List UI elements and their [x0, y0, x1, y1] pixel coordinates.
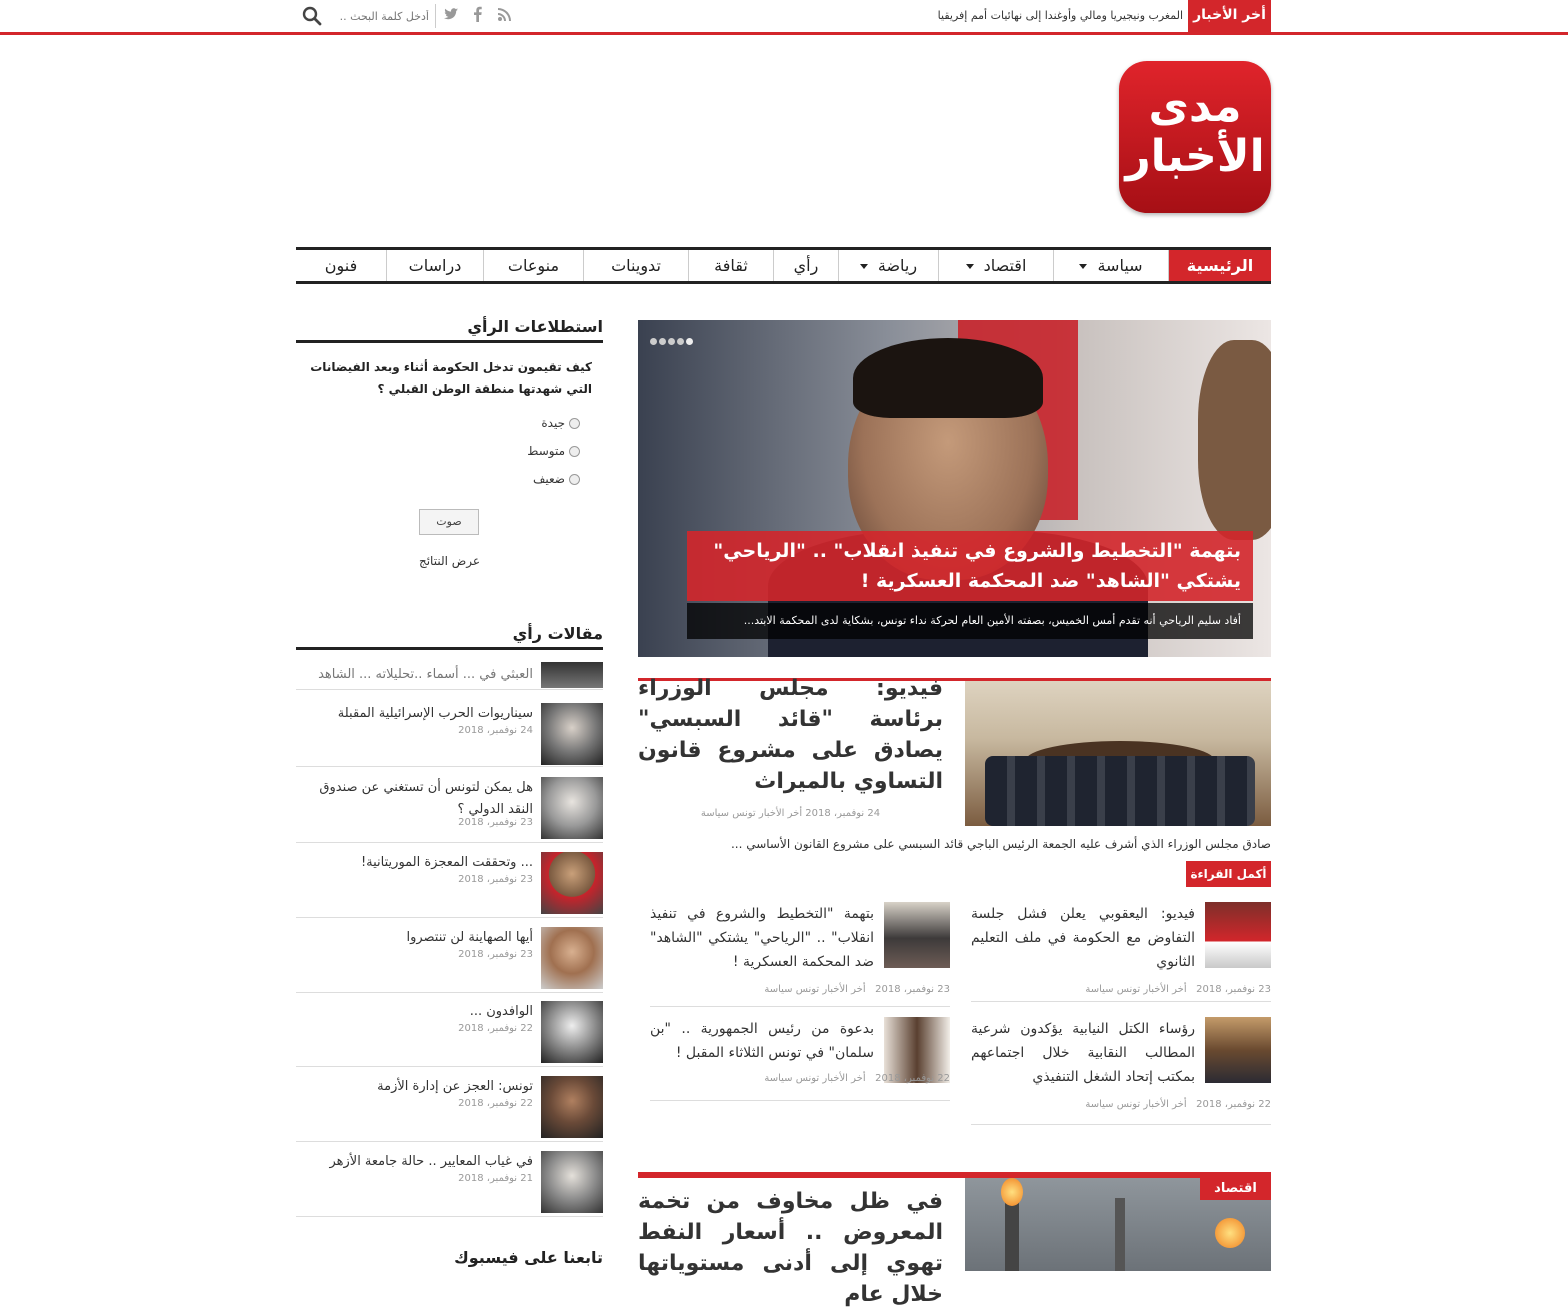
nav-item-studies[interactable]: دراسات	[386, 250, 483, 281]
article-item[interactable]: سيناريوات الحرب الإسرائيلية المقبلة 24 ن…	[296, 703, 603, 767]
article-title[interactable]: في غياب المعايير .. حالة جامعة الأزهر	[296, 1151, 533, 1173]
card-title[interactable]: فيديو: اليعقوبي يعلن فشل جلسة التفاوض مع…	[971, 902, 1195, 974]
article-thumbnail[interactable]	[541, 777, 603, 839]
articles-heading: مقالات رأي	[296, 620, 603, 650]
hero-slider[interactable]: بتهمة "التخطيط والشروع في تنفيذ انقلاب" …	[638, 320, 1271, 657]
article-title[interactable]: أيها الصهاينة لن تنتصروا	[296, 927, 533, 949]
chevron-down-icon	[965, 264, 974, 269]
chevron-down-icon	[859, 264, 868, 269]
article-item[interactable]: تونس: العجز عن إدارة الأزمة 22 نوفمبر، 2…	[296, 1076, 603, 1142]
article-title[interactable]: هل يمكن لتونس أن تستغني عن صندوق النقد ا…	[296, 777, 533, 821]
card-thumbnail[interactable]	[1205, 1017, 1271, 1083]
article-thumbnail[interactable]	[541, 1001, 603, 1063]
section-title[interactable]: في ظل مخاوف من تخمة المعروض .. أسعار الن…	[638, 1186, 943, 1310]
logo-line-2: الأخبار	[1125, 131, 1265, 182]
article-title[interactable]: سيناريوات الحرب الإسرائيلية المقبلة	[296, 703, 533, 725]
feature-excerpt: صادق مجلس الوزراء الذي أشرف عليه الجمعة …	[730, 837, 1271, 851]
featured-article: فيديو: مجلس الوزراء برئاسة "قائد السبسي"…	[638, 676, 1271, 907]
card-title[interactable]: بدعوة من رئيس الجمهورية .. "بن سلمان" في…	[650, 1017, 874, 1065]
article-item[interactable]: أيها الصهاينة لن تنتصروا 23 نوفمبر، 2018	[296, 927, 603, 993]
poll-option[interactable]: ضعيف	[296, 469, 580, 489]
feature-title[interactable]: فيديو: مجلس الوزراء برئاسة "قائد السبسي"…	[638, 673, 943, 797]
article-item[interactable]: الوافدون ... 22 نوفمبر، 2018	[296, 1001, 603, 1067]
read-more-button[interactable]: أكمل القراءة »	[1186, 861, 1271, 907]
article-title[interactable]: ... وتحققت المعجزة الموريتانية!	[296, 852, 533, 874]
hero-image-person-right	[1198, 340, 1271, 540]
main-navigation: الرئيسية سياسة اقتصاد رياضة رأي ثقافة تد…	[296, 247, 1271, 284]
poll-option[interactable]: متوسط	[296, 441, 580, 461]
card-thumbnail[interactable]	[1205, 902, 1271, 968]
article-thumbnail[interactable]	[541, 852, 603, 914]
radio-button[interactable]	[569, 474, 580, 485]
article-item[interactable]: هل يمكن لتونس أن تستغني عن صندوق النقد ا…	[296, 777, 603, 843]
poll-option[interactable]: جيدة	[296, 413, 580, 433]
hero-description: أفاد سليم الرياحي أنه تقدم أمس الخميس، ب…	[687, 603, 1253, 639]
radio-button[interactable]	[569, 446, 580, 457]
breaking-news-label: أخر الأخبار	[1188, 0, 1271, 32]
article-item[interactable]: في غياب المعايير .. حالة جامعة الأزهر 21…	[296, 1151, 603, 1217]
article-thumbnail[interactable]	[541, 927, 603, 989]
top-bar: أخر الأخبار المغرب ونيجيريا ومالي وأوغند…	[0, 0, 1568, 35]
chevron-down-icon	[1079, 264, 1088, 269]
view-results-link[interactable]: عرض النتائج	[296, 554, 603, 568]
card-meta: 23 نوفمبر، 2018 أخر الأخبار تونس سياسة	[764, 984, 950, 995]
poll-heading: استطلاعات الرأي	[296, 313, 603, 343]
card-title[interactable]: بتهمة "التخطيط والشروع في تنفيذ انقلاب" …	[650, 902, 874, 974]
section-tag-economy[interactable]: اقتصاد	[1200, 1178, 1271, 1200]
feature-meta: 24 نوفمبر، 2018 أخر الأخبار تونس سياسة	[700, 808, 881, 819]
nav-item-misc[interactable]: منوعات	[483, 250, 583, 281]
search-icon[interactable]	[302, 6, 322, 26]
news-card[interactable]: بدعوة من رئيس الجمهورية .. "بن سلمان" في…	[650, 1017, 950, 1101]
nav-item-arts[interactable]: فنون	[296, 250, 386, 281]
article-item[interactable]: ... وتحققت المعجزة الموريتانية! 23 نوفمب…	[296, 852, 603, 918]
nav-item-sports[interactable]: رياضة	[838, 250, 938, 281]
nav-item-economy[interactable]: اقتصاد	[938, 250, 1053, 281]
card-meta: 23 نوفمبر، 2018 أخر الأخبار تونس سياسة	[1085, 984, 1271, 995]
breaking-news-ticker[interactable]: المغرب ونيجيريا ومالي وأوغندا إلى نهائيا…	[938, 0, 1183, 32]
card-meta: 22 نوفمبر، 2018 أخر الأخبار تونس سياسة	[764, 1073, 950, 1084]
facebook-icon[interactable]	[467, 6, 489, 26]
facebook-heading: تابعنا على فيسبوك	[454, 1248, 603, 1267]
nav-item-home[interactable]: الرئيسية	[1168, 250, 1271, 281]
site-logo[interactable]: مدى الأخبار	[1119, 61, 1271, 213]
twitter-icon[interactable]	[440, 6, 462, 26]
article-date: 22 نوفمبر، 2018	[458, 1098, 533, 1109]
article-date: 23 نوفمبر، 2018	[458, 817, 533, 828]
search-input[interactable]	[336, 6, 429, 26]
article-title[interactable]: الوافدون ...	[296, 1001, 533, 1023]
vote-button[interactable]: صوت	[419, 509, 479, 535]
news-card[interactable]: رؤساء الكتل النيابية يؤكدون شرعية المطال…	[971, 1017, 1271, 1125]
article-title[interactable]: تونس: العجز عن إدارة الأزمة	[296, 1076, 533, 1098]
article-date: 21 نوفمبر، 2018	[458, 1173, 533, 1184]
article-date: 23 نوفمبر، 2018	[458, 874, 533, 885]
rss-icon[interactable]	[494, 6, 516, 26]
article-date: 24 نوفمبر، 2018	[458, 725, 533, 736]
article-title[interactable]: العبثي في ... أسماء ..تحليلاته ... الشاه…	[296, 664, 533, 689]
nav-item-culture[interactable]: ثقافة	[688, 250, 773, 281]
article-date: 23 نوفمبر، 2018	[458, 949, 533, 960]
feature-image[interactable]	[965, 681, 1271, 826]
article-thumbnail[interactable]	[541, 1151, 603, 1213]
hero-image-hair	[853, 338, 1043, 418]
nav-item-opinion[interactable]: رأي	[773, 250, 838, 281]
article-thumbnail[interactable]	[541, 1076, 603, 1138]
card-title[interactable]: رؤساء الكتل النيابية يؤكدون شرعية المطال…	[971, 1017, 1195, 1089]
nav-item-politics[interactable]: سياسة	[1053, 250, 1168, 281]
card-meta: 22 نوفمبر، 2018 أخر الأخبار تونس سياسة	[1085, 1099, 1271, 1110]
card-thumbnail[interactable]	[884, 902, 950, 968]
hero-title[interactable]: بتهمة "التخطيط والشروع في تنفيذ انقلاب" …	[687, 531, 1253, 601]
news-card[interactable]: بتهمة "التخطيط والشروع في تنفيذ انقلاب" …	[650, 902, 950, 1007]
nav-item-blogs[interactable]: تدوينات	[583, 250, 688, 281]
news-card[interactable]: فيديو: اليعقوبي يعلن فشل جلسة التفاوض مع…	[971, 902, 1271, 1002]
article-date: 22 نوفمبر، 2018	[458, 1023, 533, 1034]
article-item[interactable]: العبثي في ... أسماء ..تحليلاته ... الشاه…	[296, 662, 603, 690]
poll-question: كيف تقيمون تدخل الحكومة أثناء وبعد الفيض…	[310, 360, 592, 396]
article-thumbnail[interactable]	[541, 703, 603, 765]
social-icons	[440, 6, 530, 26]
article-thumbnail[interactable]	[541, 662, 603, 688]
search-box	[296, 4, 436, 28]
radio-button[interactable]	[569, 418, 580, 429]
slider-dots[interactable]	[650, 330, 695, 349]
logo-line-1: مدى	[1148, 81, 1242, 132]
